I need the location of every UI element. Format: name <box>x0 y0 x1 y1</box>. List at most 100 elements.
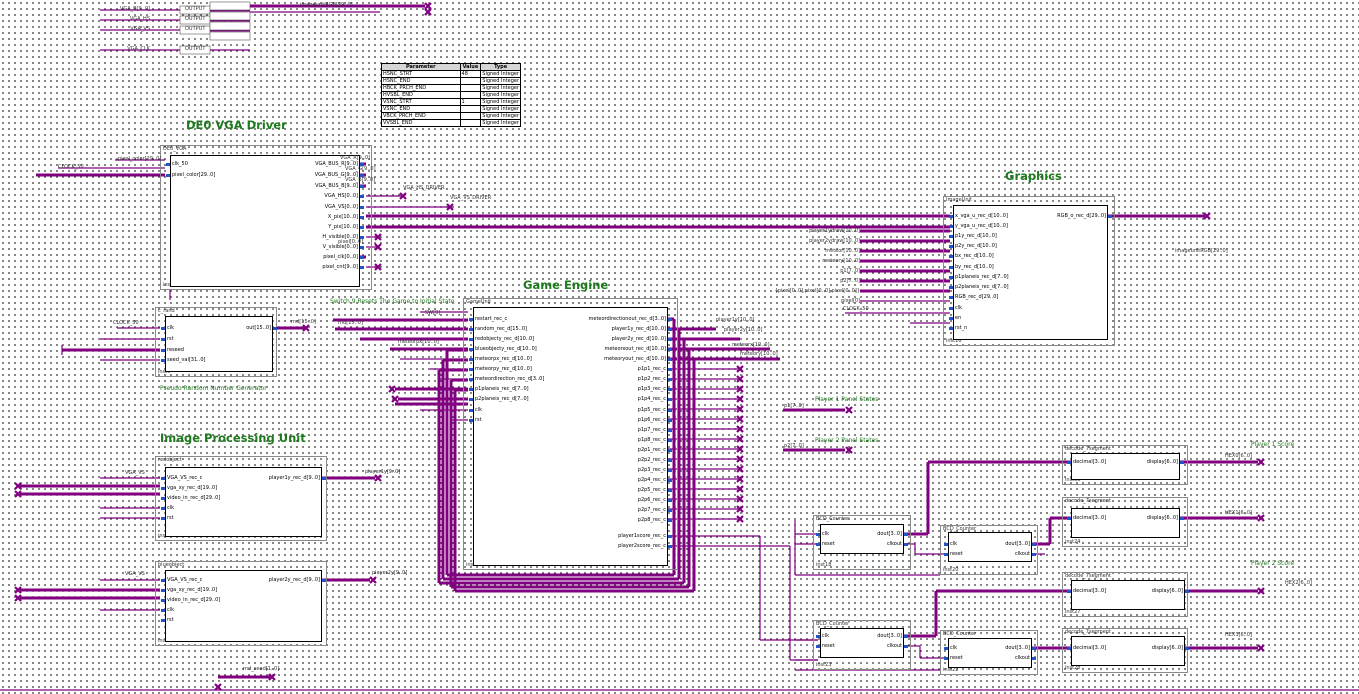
port-in-imageunit[interactable] <box>949 296 953 299</box>
port-in-gameunit[interactable] <box>469 318 473 321</box>
port-out-bcd3[interactable] <box>904 645 908 648</box>
pin-in-gameunit[interactable]: p1planeis_rec_d[7..0] <box>475 386 529 392</box>
pin-out-de0_vga[interactable]: pixel_clk[0..0] <box>323 254 358 260</box>
port-in-gameunit[interactable] <box>469 358 473 361</box>
pin-in-imageunit[interactable]: p2planeis_rec_d[7..0] <box>955 284 1009 290</box>
port-in-dec4[interactable] <box>1067 647 1071 650</box>
port-in-redobject[interactable] <box>161 507 165 510</box>
pin-out-bcd3[interactable]: clkout <box>887 643 902 649</box>
port-out-gameunit[interactable] <box>668 489 672 492</box>
port-out-gameunit[interactable] <box>668 328 672 331</box>
port-out-gameunit[interactable] <box>668 398 672 401</box>
port-in-gameunit[interactable] <box>469 368 473 371</box>
port-in-imageunit[interactable] <box>949 286 953 289</box>
port-out-de0_vga[interactable] <box>360 206 364 209</box>
pin-in-gameunit[interactable]: restart_rec_c <box>475 316 507 322</box>
port-in-imageunit[interactable] <box>949 317 953 320</box>
port-out-redobject[interactable] <box>322 477 326 480</box>
port-out-blueobject[interactable] <box>322 579 326 582</box>
pin-in-gameunit[interactable]: rst <box>475 417 482 423</box>
port-in-gameunit[interactable] <box>469 419 473 422</box>
pin-out-gameunit[interactable]: meteordirectionout_rec_d[3..0] <box>589 316 667 322</box>
port-in-blueobject[interactable] <box>161 579 165 582</box>
pin-out-de0_vga[interactable]: VGA_BUS_B[9..0] <box>315 183 358 189</box>
port-out-bcd3[interactable] <box>904 635 908 638</box>
port-in-dec3[interactable] <box>1067 590 1071 593</box>
port-in-gameunit[interactable] <box>469 409 473 412</box>
pin-in-blueobject[interactable]: clk <box>167 607 174 613</box>
port-out-bcd4[interactable] <box>1032 647 1036 650</box>
pin-in-imageunit[interactable]: clk <box>955 305 962 311</box>
pin-in-blueobject[interactable]: vga_xy_rec_d[19..0] <box>167 587 217 593</box>
pin-in-de0_vga[interactable]: clk_50 <box>172 161 188 167</box>
port-out-c_rand[interactable] <box>273 327 277 330</box>
port-out-gameunit[interactable] <box>668 409 672 412</box>
port-out-gameunit[interactable] <box>668 545 672 548</box>
pin-in-bcd4[interactable]: clk <box>950 645 957 651</box>
port-in-imageunit[interactable] <box>949 266 953 269</box>
pin-in-bcd4[interactable]: reset <box>950 655 963 661</box>
port-in-blueobject[interactable] <box>161 589 165 592</box>
port-in-imageunit[interactable] <box>949 255 953 258</box>
pin-out-imageunit[interactable]: RGB_o_rec_d[29..0] <box>1057 213 1106 219</box>
port-out-bcd1[interactable] <box>904 543 908 546</box>
pin-in-imageunit[interactable]: rst_n <box>955 325 967 331</box>
pin-out-dec2[interactable]: display[6..0] <box>1147 515 1178 521</box>
pin-in-redobject[interactable]: VGA_VS_rec_c <box>167 475 202 481</box>
pin-out-bcd2[interactable]: dout[3..0] <box>1005 541 1030 547</box>
pin-in-imageunit[interactable]: bx_rec_d[10..0] <box>955 253 994 259</box>
pin-out-de0_vga[interactable]: pixel_cnt[9..0] <box>322 264 358 270</box>
pin-in-imageunit[interactable]: en <box>955 315 961 321</box>
pin-out-bcd2[interactable]: clkout <box>1015 551 1030 557</box>
pin-out-bcd4[interactable]: clkout <box>1015 655 1030 661</box>
pin-out-gameunit[interactable]: p2p5_rec_c <box>638 487 666 493</box>
pin-out-bcd1[interactable]: clkout <box>887 541 902 547</box>
port-out-gameunit[interactable] <box>668 449 672 452</box>
port-in-dec1[interactable] <box>1067 461 1071 464</box>
pin-out-gameunit[interactable]: p1p3_rec_c <box>638 386 666 392</box>
pin-in-c_rand[interactable]: seed_val[31..0] <box>167 357 205 363</box>
block-bcd4[interactable] <box>948 638 1032 668</box>
pin-out-bcd1[interactable]: dout[3..0] <box>877 531 902 537</box>
port-out-dec1[interactable] <box>1180 461 1184 464</box>
pin-out-gameunit[interactable]: p2p6_rec_c <box>638 497 666 503</box>
port-in-bcd1[interactable] <box>816 533 820 536</box>
port-out-dec4[interactable] <box>1185 647 1189 650</box>
port-in-imageunit[interactable] <box>949 215 953 218</box>
port-out-de0_vga[interactable] <box>360 246 364 249</box>
port-in-imageunit[interactable] <box>949 276 953 279</box>
pin-in-dec4[interactable]: decimal[3..0] <box>1073 645 1106 651</box>
pin-in-gameunit[interactable]: meteorpx_rec_d[10..0] <box>475 356 532 362</box>
port-in-imageunit[interactable] <box>949 307 953 310</box>
pin-out-gameunit[interactable]: p2p7_rec_c <box>638 507 666 513</box>
pin-out-gameunit[interactable]: p1p8_rec_c <box>638 437 666 443</box>
port-out-gameunit[interactable] <box>668 459 672 462</box>
port-out-gameunit[interactable] <box>668 348 672 351</box>
pin-in-gameunit[interactable]: clk <box>475 407 482 413</box>
port-out-gameunit[interactable] <box>668 368 672 371</box>
pin-in-gameunit[interactable]: random_rec_d[15..0] <box>475 326 527 332</box>
port-in-de0_vga[interactable] <box>166 163 170 166</box>
port-in-gameunit[interactable] <box>469 398 473 401</box>
port-out-gameunit[interactable] <box>668 519 672 522</box>
pin-out-gameunit[interactable]: p2p3_rec_c <box>638 467 666 473</box>
pin-in-dec2[interactable]: decimal[3..0] <box>1073 515 1106 521</box>
pin-in-imageunit[interactable]: y_vga_u_rec_d[10..0] <box>955 223 1008 229</box>
port-in-gameunit[interactable] <box>469 328 473 331</box>
pin-out-gameunit[interactable]: p1p1_rec_c <box>638 366 666 372</box>
pin-out-gameunit[interactable]: meteoryout_rec_d[10..0] <box>604 356 666 362</box>
pin-out-de0_vga[interactable]: X_pix[10..0] <box>328 214 358 220</box>
port-out-gameunit[interactable] <box>668 479 672 482</box>
pin-in-bcd2[interactable]: reset <box>950 551 963 557</box>
block-bcd1[interactable] <box>820 524 904 554</box>
pin-in-gameunit[interactable]: redobjecty_rec_d[10..0] <box>475 336 534 342</box>
port-out-gameunit[interactable] <box>668 419 672 422</box>
block-dec1[interactable] <box>1071 453 1180 480</box>
pin-in-imageunit[interactable]: x_vga_u_rec_d[10..0] <box>955 213 1008 219</box>
pin-in-dec3[interactable]: decimal[3..0] <box>1073 588 1106 594</box>
pin-out-gameunit[interactable]: p1p7_rec_c <box>638 427 666 433</box>
port-out-gameunit[interactable] <box>668 469 672 472</box>
pin-out-gameunit[interactable]: meteorxout_rec_d[10..0] <box>604 346 666 352</box>
pin-out-gameunit[interactable]: player2score_rec_c <box>618 543 666 549</box>
port-in-imageunit[interactable] <box>949 327 953 330</box>
